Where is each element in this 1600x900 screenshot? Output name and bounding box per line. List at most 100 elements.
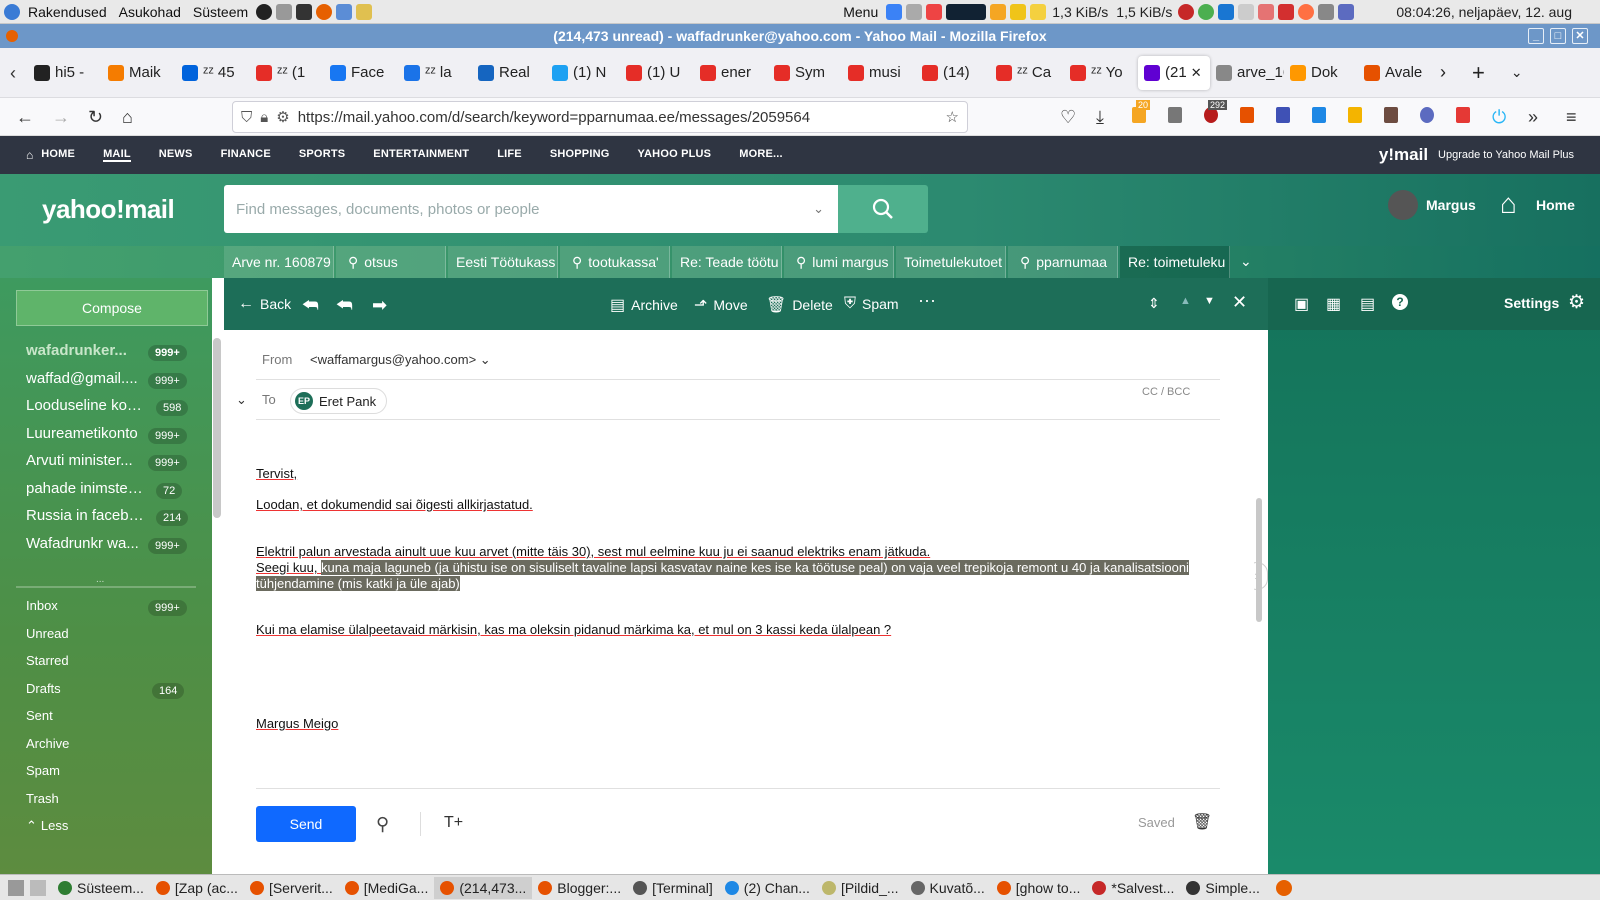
browser-tab[interactable]: musi: [842, 56, 916, 90]
recent-tab[interactable]: ⚲ tootukassa': [560, 246, 670, 278]
attach-icon[interactable]: ⚲: [376, 814, 389, 835]
addon-icon[interactable]: [1240, 107, 1254, 123]
yahoo-nav-item[interactable]: LIFE: [497, 148, 522, 162]
folder-sent[interactable]: Sent: [26, 708, 53, 723]
lock-icon[interactable]: 🔒︎: [260, 109, 268, 126]
browser-tab[interactable]: (1) N: [546, 56, 620, 90]
power-icon[interactable]: ⏻: [1492, 107, 1506, 127]
recent-tab[interactable]: Toimetulekutoet: [896, 246, 1006, 278]
yahoo-nav-item[interactable]: MORE...: [739, 148, 783, 162]
calendar-icon[interactable]: ▦: [1326, 294, 1341, 314]
notepad-icon[interactable]: ▤: [1360, 294, 1375, 314]
yahoo-nav-item[interactable]: FINANCE: [221, 148, 271, 162]
spam-button[interactable]: ⛨ Spam: [844, 295, 899, 313]
window-title-bar[interactable]: (214,473 unread) - waffadrunker@yahoo.co…: [0, 24, 1600, 48]
home-icon[interactable]: ⌂: [26, 148, 33, 162]
taskbar-item[interactable]: (214,473...: [434, 876, 533, 899]
search-field[interactable]: Find messages, documents, photos or peop…: [224, 185, 838, 233]
close-window-button[interactable]: ✕: [1572, 28, 1588, 44]
volume-icon[interactable]: [1318, 3, 1335, 20]
os-menu-apps[interactable]: Rakendused: [28, 4, 107, 20]
taskbar-item[interactable]: Süsteem...: [52, 877, 150, 899]
yahoo-nav-item[interactable]: ENTERTAINMENT: [373, 148, 469, 162]
more-actions-icon[interactable]: ···: [918, 290, 936, 311]
expand-recipients-chevron-icon[interactable]: ⌄: [236, 392, 247, 408]
folder-drafts[interactable]: Drafts: [26, 681, 61, 696]
browser-tab[interactable]: (1) U: [620, 56, 694, 90]
addon-icon[interactable]: [1420, 107, 1434, 123]
browser-tab[interactable]: Sym: [768, 56, 842, 90]
tray-icon[interactable]: [1298, 3, 1315, 20]
launcher-icon[interactable]: [336, 3, 353, 20]
reply-icon[interactable]: ⮪: [302, 295, 319, 316]
folder-less[interactable]: ⌃ Less: [26, 818, 68, 834]
help-icon[interactable]: ?: [1392, 294, 1408, 310]
account-item[interactable]: wafadrunker...: [26, 342, 146, 359]
tab-list-chevron-icon[interactable]: ⌄: [1511, 64, 1523, 81]
addon-icon[interactable]: [1276, 107, 1290, 123]
firefox-icon[interactable]: [1275, 879, 1292, 896]
addon-icon[interactable]: [1456, 107, 1470, 123]
recent-tab[interactable]: Re: Teade töötu: [672, 246, 782, 278]
more-accounts-dots[interactable]: ...: [96, 574, 104, 585]
tray-icon[interactable]: [1338, 3, 1355, 20]
addon-icon[interactable]: [1384, 107, 1398, 123]
send-button[interactable]: Send: [256, 806, 356, 842]
recent-tab[interactable]: Arve nr. 160879: [224, 246, 334, 278]
account-item[interactable]: waffad@gmail....: [26, 370, 146, 387]
browser-tab[interactable]: ener: [694, 56, 768, 90]
folder-spam[interactable]: Spam: [26, 763, 60, 778]
account-item[interactable]: pahade inimste k...: [26, 480, 146, 497]
settings-link[interactable]: Settings: [1504, 295, 1559, 311]
taskbar-item[interactable]: *Salvest...: [1086, 877, 1180, 899]
editor-icon[interactable]: [356, 3, 373, 20]
browser-tab[interactable]: Maik: [102, 56, 176, 90]
account-item[interactable]: Looduseline konto: [26, 397, 146, 414]
yahoo-mail-logo[interactable]: yahoo!mail: [42, 194, 175, 225]
yahoo-nav-item[interactable]: YAHOO PLUS: [638, 148, 712, 162]
maximize-button[interactable]: □: [1550, 28, 1566, 44]
upgrade-link[interactable]: Upgrade to Yahoo Mail Plus: [1438, 149, 1574, 161]
notes-icon[interactable]: [1030, 3, 1047, 20]
tab-scroll-right-icon[interactable]: ›: [1440, 62, 1446, 83]
cc-bcc-link[interactable]: CC / BCC: [1142, 386, 1190, 398]
tray-icon[interactable]: [1258, 3, 1275, 20]
search-options-chevron-icon[interactable]: ⌄: [813, 201, 824, 217]
check-icon[interactable]: [886, 3, 903, 20]
home-icon[interactable]: ⌂: [122, 107, 133, 127]
close-tab-icon[interactable]: ✕: [1191, 65, 1202, 81]
permissions-icon[interactable]: ⚙: [276, 108, 289, 126]
browser-tab[interactable]: ᶻᶻ Yo: [1064, 56, 1138, 90]
recent-tab-active[interactable]: Re: toimetuleku: [1120, 246, 1230, 278]
account-item[interactable]: Arvuti minister...: [26, 452, 146, 469]
folder-trash[interactable]: Trash: [26, 791, 59, 806]
move-button[interactable]: ⬏ Move: [694, 295, 748, 315]
recent-tab[interactable]: ⚲ pparnumaa: [1008, 246, 1118, 278]
folder-starred[interactable]: Starred: [26, 653, 69, 668]
browser-tab[interactable]: Face: [324, 56, 398, 90]
taskbar-item[interactable]: [Zap (ac...: [150, 877, 244, 899]
reply-all-icon[interactable]: ⮪: [336, 295, 353, 316]
tray-icon[interactable]: [906, 3, 923, 20]
browser-tab[interactable]: Avale: [1358, 56, 1432, 90]
search-input[interactable]: Find messages, documents, photos or peop…: [236, 201, 540, 218]
taskbar-item[interactable]: [Pildid_...: [816, 877, 905, 899]
launcher-icon[interactable]: [256, 3, 273, 20]
yahoo-nav-item[interactable]: HOME: [41, 148, 75, 162]
browser-tab[interactable]: Real: [472, 56, 546, 90]
terminal-icon[interactable]: [296, 3, 313, 20]
taskbar-item[interactable]: [ghow to...: [991, 877, 1087, 899]
overflow-menu-icon[interactable]: »: [1528, 107, 1538, 127]
home-link[interactable]: Home: [1536, 197, 1575, 213]
taskbar-item[interactable]: Kuvatõ...: [905, 877, 991, 899]
account-item[interactable]: Russia in facebook: [26, 507, 146, 524]
compose-button[interactable]: Compose: [16, 290, 208, 326]
tray-icon[interactable]: [1238, 3, 1255, 20]
folder-unread[interactable]: Unread: [26, 626, 69, 641]
minimize-button[interactable]: _: [1528, 28, 1544, 44]
archive-button[interactable]: ▤ Archive: [610, 295, 678, 315]
firefox-icon[interactable]: [316, 3, 333, 20]
recent-tab[interactable]: ⚲ otsus: [336, 246, 446, 278]
browser-tab[interactable]: ᶻᶻ Ca: [990, 56, 1064, 90]
bookmark-star-icon[interactable]: ☆: [946, 108, 959, 126]
